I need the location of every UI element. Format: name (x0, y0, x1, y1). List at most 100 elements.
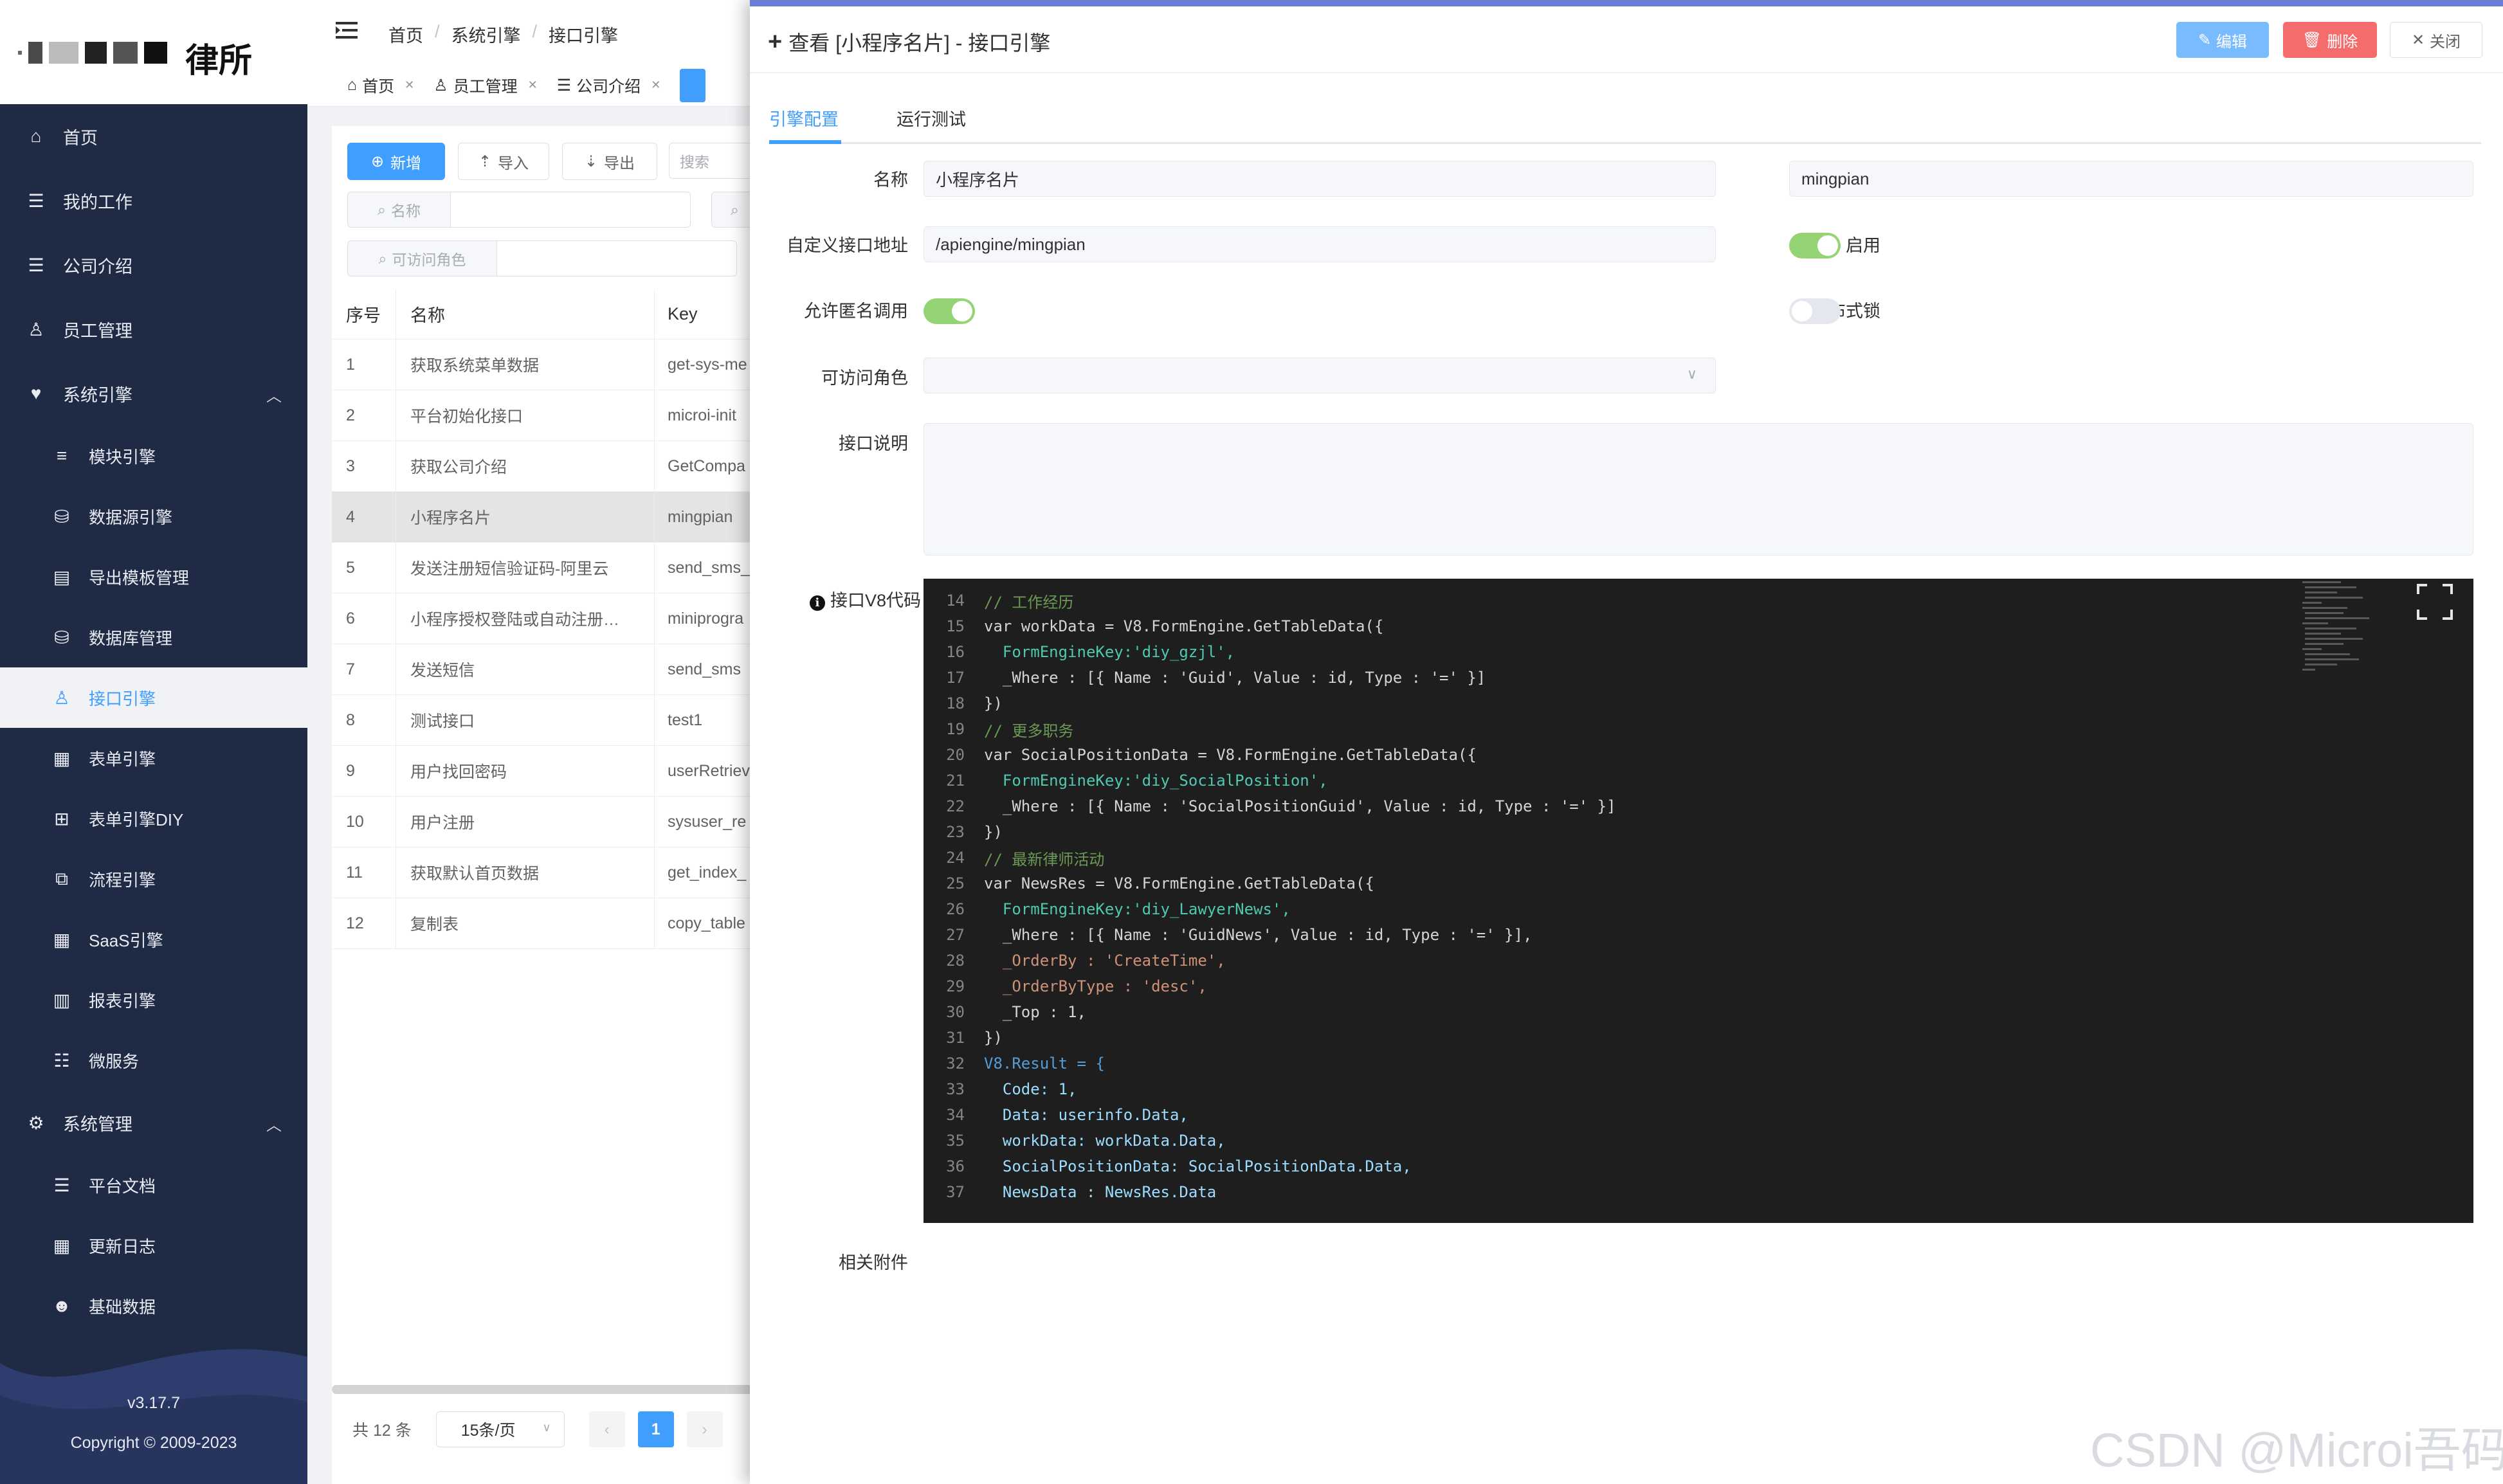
sidebar-item-api-engine[interactable]: ♙ 接口引擎 (0, 667, 307, 728)
column-header-key[interactable]: Key (655, 289, 758, 339)
fullscreen-icon[interactable] (2416, 583, 2454, 621)
tab-run-test[interactable]: 运行测试 (897, 105, 966, 131)
hamburger-icon[interactable] (336, 19, 358, 41)
table-row[interactable]: 3 获取公司介绍 GetCompa (332, 441, 758, 492)
close-icon[interactable]: ✕ (651, 78, 660, 92)
breadcrumb: 首页 / 系统引擎 / 接口引擎 (388, 22, 618, 47)
table-row[interactable]: 11 获取默认首页数据 get_index_ (332, 847, 758, 898)
table-row[interactable]: 1 获取系统菜单数据 get-sys-me (332, 339, 758, 390)
sidebar-item-microservice[interactable]: ☷ 微服务 (0, 1030, 307, 1090)
page-number-current[interactable]: 1 (637, 1411, 674, 1447)
plus-circle-icon: ⊕ (370, 152, 385, 170)
close-icon[interactable]: ✕ (528, 78, 538, 92)
sidebar-item-saas-engine[interactable]: ▦ SaaS引擎 (0, 909, 307, 970)
page-size-select[interactable]: 15条/页 ∨ (435, 1411, 565, 1447)
sidebar-item-staff[interactable]: ♙ 员工管理 (0, 297, 307, 361)
table-row[interactable]: 5 发送注册短信验证码-阿里云 send_sms_ (332, 543, 758, 593)
role-filter-label: ⌕ 可访问角色 (348, 241, 497, 276)
table-row[interactable]: 10 用户注册 sysuser_re (332, 797, 758, 847)
anonymous-switch[interactable] (924, 298, 975, 324)
breadcrumb-item-home[interactable]: 首页 (388, 22, 423, 47)
form-icon: ▦ (53, 929, 71, 950)
table-row[interactable]: 6 小程序授权登陆或自动注册… miniprogra (332, 593, 758, 644)
prev-page-button[interactable]: ‹ (588, 1411, 625, 1447)
table-row[interactable]: 9 用户找回密码 userRetriev (332, 746, 758, 797)
code-text: _Where : [{ Name : 'SocialPositionGuid',… (984, 797, 1616, 815)
table-row[interactable]: 12 复制表 copy_table (332, 898, 758, 949)
sidebar-item-flow-engine[interactable]: ⧉ 流程引擎 (0, 849, 307, 909)
sidebar-item-platform-docs[interactable]: ☰ 平台文档 (0, 1155, 307, 1215)
code-line: 24 // 最新律师活动 (924, 845, 2338, 871)
delete-button[interactable]: 🗑 删除 (2283, 22, 2377, 58)
sidebar-item-form-engine[interactable]: ▦ 表单引擎 (0, 728, 307, 788)
sidebar-item-label: 系统引擎 (63, 385, 132, 405)
sidebar-item-company[interactable]: ☰ 公司介绍 (0, 233, 307, 297)
key-field[interactable]: mingpian (1789, 161, 2473, 197)
url-field[interactable]: /apiengine/mingpian (924, 226, 1716, 262)
code-line: 23}) (924, 819, 2338, 845)
import-button[interactable]: ⇡ 导入 (458, 143, 549, 180)
desc-label: 接口说明 (839, 434, 908, 453)
edit-button[interactable]: ✎ 编辑 (2176, 22, 2269, 58)
tag-home[interactable]: ⌂ 首页 ✕ (347, 74, 414, 97)
column-header-name[interactable]: 名称 (396, 289, 655, 339)
role-select[interactable]: ∨ (924, 357, 1716, 394)
cell-name: 用户找回密码 (396, 746, 655, 796)
logo[interactable]: 律所 (0, 0, 307, 104)
tag-staff[interactable]: ♙ 员工管理 ✕ (433, 74, 538, 97)
code-text: var NewsRes = V8.FormEngine.GetTableData… (984, 874, 1374, 892)
sidebar-item-changelog[interactable]: ▦ 更新日志 (0, 1215, 307, 1276)
name-field[interactable]: 小程序名片 (924, 161, 1716, 197)
line-number: 20 (946, 746, 965, 764)
cell-no: 3 (332, 441, 396, 491)
table-row[interactable]: 7 发送短信 send_sms (332, 644, 758, 695)
tab-engine-config[interactable]: 引擎配置 (769, 105, 839, 131)
sidebar-item-report-engine[interactable]: ▥ 报表引擎 (0, 970, 307, 1030)
search-icon: ⌕ (378, 249, 387, 267)
database-icon: ⛁ (54, 627, 69, 647)
name-filter-text: 名称 (390, 203, 421, 219)
sidebar-item-home[interactable]: ⌂ 首页 (0, 104, 307, 168)
sidebar-item-system-admin[interactable]: ⚙ 系统管理 ︿ (0, 1090, 307, 1155)
close-icon[interactable]: ✕ (405, 78, 414, 92)
search-input[interactable]: 搜索 (669, 143, 758, 179)
sidebar-item-module-engine[interactable]: ≡ 模块引擎 (0, 426, 307, 486)
sidebar-item-my-work[interactable]: ☰ 我的工作 (0, 168, 307, 233)
table-row-selected[interactable]: 4 小程序名片 mingpian (332, 492, 758, 543)
sidebar-item-form-engine-diy[interactable]: ⊞ 表单引擎DIY (0, 788, 307, 849)
name-filter[interactable]: ⌕ 名称 (347, 192, 691, 228)
breadcrumb-item-system-engine[interactable]: 系统引擎 (451, 22, 521, 47)
sidebar-item-system-engine[interactable]: ♥ 系统引擎 ︿ (0, 361, 307, 426)
export-button[interactable]: ⇣ 导出 (562, 143, 657, 180)
distributed-lock-switch[interactable] (1789, 298, 1841, 324)
code-line: 18}) (924, 691, 2338, 716)
table-horizontal-scrollbar[interactable] (332, 1385, 758, 1394)
tag-company[interactable]: ☰ 公司介绍 ✕ (557, 74, 661, 97)
code-editor[interactable]: 14 // 工作经历 15 var workData = V8.FormEngine… (924, 579, 2473, 1223)
next-page-button[interactable]: › (686, 1411, 723, 1447)
add-button[interactable]: ⊕ 新增 (347, 143, 445, 180)
sidebar-item-base-data[interactable]: ☻ 基础数据 (0, 1276, 307, 1336)
cell-name: 获取公司介绍 (396, 441, 655, 491)
close-button[interactable]: ✕ 关闭 (2390, 22, 2482, 58)
enabled-switch[interactable] (1789, 233, 1841, 258)
watermark: CSDN @Microi吾码 (2090, 1424, 2503, 1477)
sidebar-item-label: 报表引擎 (89, 991, 156, 1011)
code-text: _OrderBy : 'CreateTime', (984, 952, 1226, 970)
cell-name: 小程序授权登陆或自动注册… (396, 593, 655, 644)
user-icon: ♙ (28, 319, 44, 339)
line-number: 31 (946, 1029, 965, 1047)
code-text: FormEngineKey:'diy_LawyerNews', (984, 900, 1291, 918)
sidebar-item-database[interactable]: ⛁ 数据库管理 (0, 607, 307, 667)
code-text: var SocialPositionData = V8.FormEngine.G… (984, 746, 1477, 764)
code-line: 28 _OrderBy : 'CreateTime', (924, 948, 2338, 973)
version-text: v3.17.7 (127, 1394, 180, 1412)
role-filter[interactable]: ⌕ 可访问角色 (347, 240, 737, 276)
sidebar-item-export-template[interactable]: ▤ 导出模板管理 (0, 547, 307, 607)
table-row[interactable]: 2 平台初始化接口 microi-init (332, 390, 758, 441)
description-textarea[interactable] (924, 423, 2473, 556)
code-text: workData: workData.Data, (984, 1132, 1226, 1150)
table-row[interactable]: 8 测试接口 test1 (332, 695, 758, 746)
sidebar-item-datasource-engine[interactable]: ⛁ 数据源引擎 (0, 486, 307, 547)
tag-api-engine-active[interactable] (680, 68, 706, 102)
